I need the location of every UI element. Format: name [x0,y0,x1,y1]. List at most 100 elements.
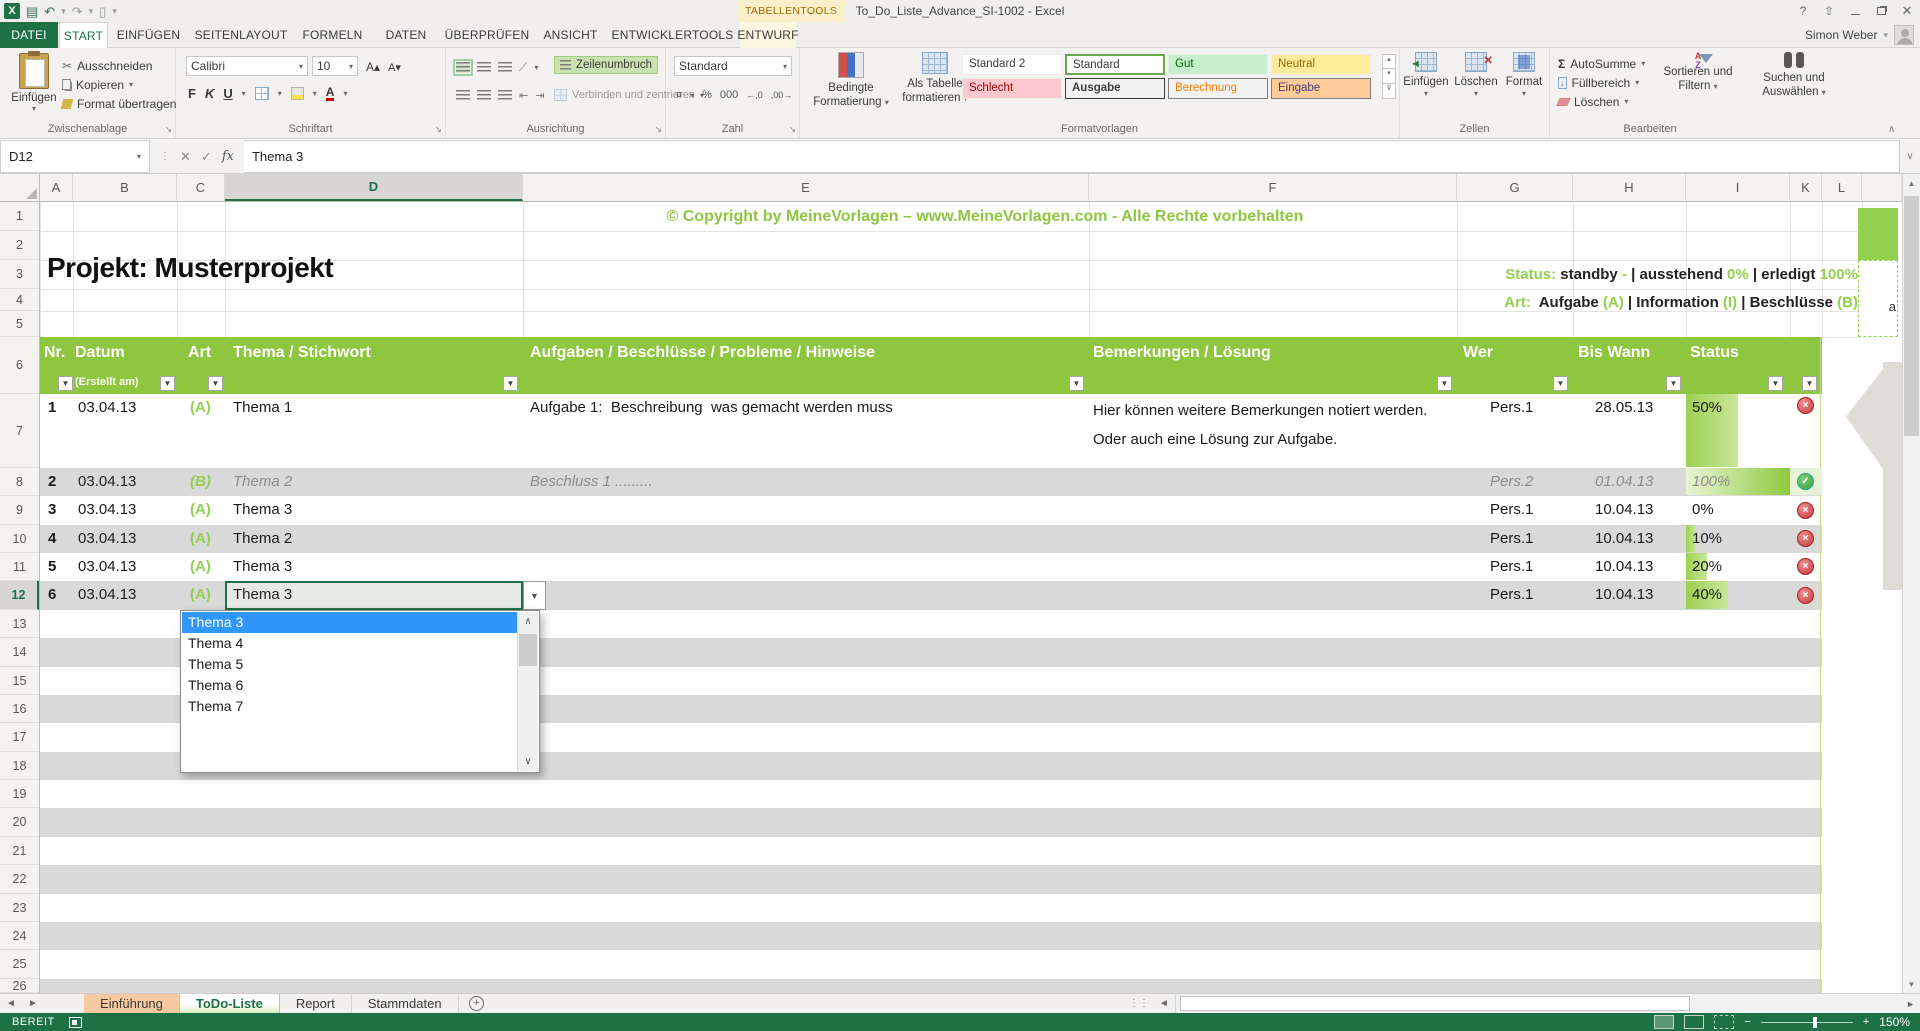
filter-button[interactable]: ▼ [160,376,175,391]
style-chip-schlecht[interactable]: Schlecht [962,78,1062,99]
new-sheet-button[interactable]: + [459,994,495,1013]
redo-icon[interactable]: ↷ [72,5,83,18]
font-color-icon[interactable]: A [326,86,335,101]
zoom-level[interactable]: 150% [1879,1015,1910,1029]
align-bottom-button[interactable] [498,62,512,73]
vertical-scrollbar[interactable]: ▲ ▼ [1902,174,1920,993]
row-header-12[interactable]: 12 [0,581,39,610]
cell-status[interactable]: 20% [1692,558,1722,575]
tab-einfügen[interactable]: EINFÜGEN [109,22,188,48]
row-header-25[interactable]: 25 [0,950,39,979]
row-header-10[interactable]: 10 [0,525,39,553]
style-chip-ausgabe[interactable]: Ausgabe [1065,78,1165,99]
hscroll-left-icon[interactable]: ◄ [1153,994,1175,1013]
cell-status[interactable]: 10% [1692,530,1722,547]
format-cells-button[interactable]: Format▾ [1500,52,1548,99]
row-header-5[interactable]: 5 [0,311,39,337]
font-dialog-launcher[interactable]: ↘ [434,124,442,135]
gallery-more-button[interactable]: ⊽ [1382,84,1396,99]
comma-style-button[interactable]: 000 [720,89,738,101]
undo-icon[interactable]: ↶ [44,5,55,18]
align-middle-button[interactable] [477,62,491,73]
cell-datum[interactable]: 03.04.13 [78,558,136,575]
horizontal-scrollbar[interactable]: ► [1175,994,1920,1013]
column-header-F[interactable]: F [1089,174,1457,201]
tab-splitter[interactable]: ⋮⋮ [1125,994,1153,1013]
filter-button[interactable]: ▼ [503,376,518,391]
cell-dropdown-button[interactable]: ▼ [523,581,546,610]
decrease-decimal-button[interactable]: ,00→ [771,90,793,100]
cell-thema[interactable]: Thema 1 [233,399,292,416]
cell-status[interactable]: 100% [1692,473,1730,490]
tab-daten[interactable]: DATEN [372,22,440,48]
hscroll-right-icon[interactable]: ► [1903,996,1918,1011]
sheet-tab-einf-hrung[interactable]: Einführung [84,994,179,1013]
dropdown-item-thema-7[interactable]: Thema 7 [182,696,518,717]
tab-entwicklertools[interactable]: ENTWICKLERTOOLS [608,22,737,48]
align-left-button[interactable] [456,90,470,101]
increase-indent-button[interactable]: ⇥ [535,89,544,102]
cell-nr[interactable]: 1 [48,399,56,416]
row-header-23[interactable]: 23 [0,894,39,922]
filter-button[interactable]: ▼ [1553,376,1568,391]
decrease-indent-button[interactable]: ⇤ [519,89,528,102]
cell-nr[interactable]: 3 [48,501,56,518]
number-format-combo[interactable]: Standard▾ [674,56,792,76]
cell-status[interactable]: 40% [1692,586,1722,603]
cell-bis-wann[interactable]: 28.05.13 [1595,399,1653,416]
dropdown-item-thema-3[interactable]: Thema 3 [182,612,518,633]
borders-icon[interactable] [255,87,269,100]
row-header-2[interactable]: 2 [0,231,39,260]
cell-wer[interactable]: Pers.2 [1490,473,1533,490]
cell-wer[interactable]: Pers.1 [1490,530,1533,547]
format-painter-button[interactable]: Format übertragen [62,94,176,113]
formula-input[interactable]: Thema 3 [244,140,1900,173]
column-header-H[interactable]: H [1573,174,1686,201]
style-chip-berechnung[interactable]: Berechnung [1168,78,1268,99]
dropdown-scrollbar[interactable]: ∧ ∨ [517,612,538,771]
name-box[interactable]: D12 ▾ [0,140,150,173]
delete-cells-button[interactable]: ✕ Löschen▾ [1452,52,1500,99]
cell-art[interactable]: (A) [190,530,211,547]
italic-button[interactable]: K [205,86,214,101]
sheet-tab-report[interactable]: Report [280,994,352,1013]
alignment-dialog-launcher[interactable]: ↘ [654,124,662,135]
tab-start[interactable]: START [59,22,108,48]
number-dialog-launcher[interactable]: ↘ [788,124,796,135]
sheet-nav-right-icon[interactable]: ► [22,994,44,1013]
column-header-E[interactable]: E [523,174,1089,201]
tab-datei[interactable]: DATEI [0,22,58,48]
filter-button[interactable]: ▼ [1802,376,1817,391]
selected-cell-d12[interactable]: Thema 3 [225,581,523,610]
cell-bis-wann[interactable]: 01.04.13 [1595,473,1653,490]
fill-button[interactable]: ↓Füllbereich▾ [1558,73,1645,92]
clear-button[interactable]: Löschen▾ [1558,92,1645,111]
row-header-21[interactable]: 21 [0,837,39,865]
cell-wer[interactable]: Pers.1 [1490,586,1533,603]
column-header-C[interactable]: C [177,174,225,201]
sheet-tab-todo-liste[interactable]: ToDo-Liste [179,994,280,1013]
close-button[interactable]: ✕ [1894,0,1920,22]
cell-wer[interactable]: Pers.1 [1490,501,1533,518]
filter-button[interactable]: ▼ [1768,376,1783,391]
row-header-20[interactable]: 20 [0,808,39,837]
filter-button[interactable]: ▼ [1437,376,1452,391]
undo-dropdown-icon[interactable]: ▾ [61,6,66,17]
cell-nr[interactable]: 5 [48,558,56,575]
page-layout-view-button[interactable] [1684,1015,1704,1029]
filter-button[interactable]: ▼ [1069,376,1084,391]
ribbon-display-options-button[interactable]: ⇧ [1816,0,1842,22]
zoom-in-button[interactable]: + [1863,1016,1869,1028]
paste-button[interactable]: Einfügen ▾ [8,53,60,113]
insert-function-icon[interactable]: fx [222,149,234,164]
gallery-up-button[interactable]: ▴ [1382,54,1396,69]
filter-button[interactable]: ▼ [208,376,223,391]
cell-art[interactable]: (B) [190,473,211,490]
dropdown-item-thema-6[interactable]: Thema 6 [182,675,518,696]
tab-formeln[interactable]: FORMELN [294,22,371,48]
filter-button[interactable]: ▼ [58,376,73,391]
cell-bemerkung[interactable]: Hier können weitere Bemerkungen notiert … [1093,397,1438,454]
column-header-L[interactable]: L [1822,174,1862,201]
percent-style-button[interactable]: % [702,89,712,101]
row-header-24[interactable]: 24 [0,922,39,950]
